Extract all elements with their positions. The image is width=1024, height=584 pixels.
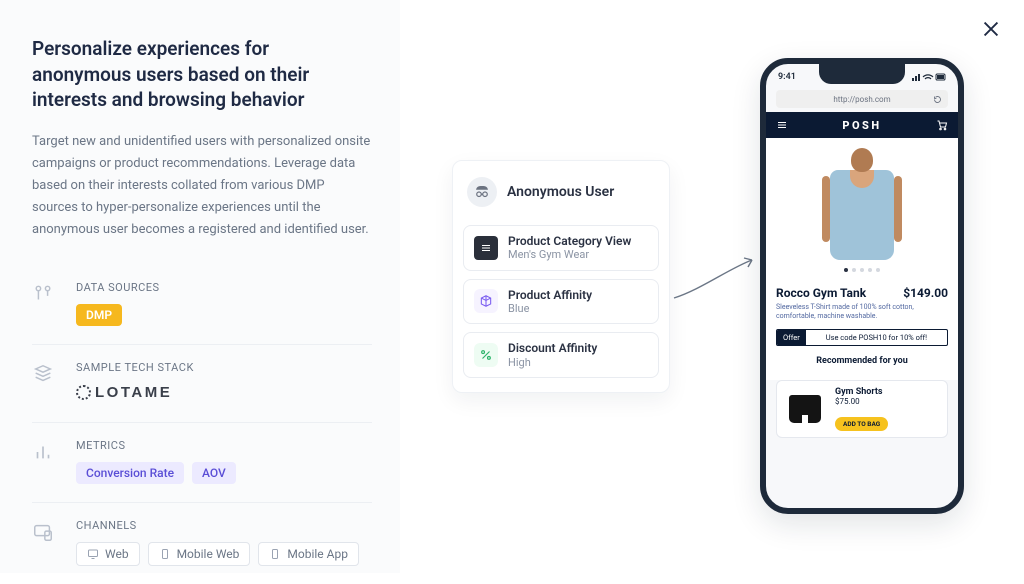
signal-product-category: Product Category View Men's Gym Wear bbox=[463, 225, 659, 271]
product-image bbox=[766, 138, 958, 278]
rec-name: Gym Shorts bbox=[835, 387, 941, 397]
logo-lotame: LOTAME bbox=[76, 384, 172, 401]
close-button[interactable] bbox=[980, 18, 1002, 40]
logo-lotame-text: LOTAME bbox=[95, 384, 172, 401]
page-description: Target new and unidentified users with p… bbox=[32, 131, 372, 241]
section-data-sources: DATA SOURCES DMP bbox=[32, 265, 372, 344]
section-tech-stack: SAMPLE TECH STACK LOTAME bbox=[32, 344, 372, 422]
signal-title: Discount Affinity bbox=[508, 341, 597, 355]
offer-banner: Offer Use code POSH10 for 10% off! bbox=[776, 329, 948, 346]
cart-icon bbox=[936, 119, 948, 131]
chip-dmp: DMP bbox=[76, 304, 122, 326]
signal-sub: Men's Gym Wear bbox=[508, 248, 631, 261]
metrics-label: METRICS bbox=[76, 439, 372, 452]
rec-price: $75.00 bbox=[835, 397, 941, 406]
cube-icon bbox=[474, 289, 498, 313]
page-title: Personalize experiences for anonymous us… bbox=[32, 36, 372, 113]
chip-conversion-rate: Conversion Rate bbox=[76, 462, 184, 484]
product-name: Rocco Gym Tank bbox=[776, 286, 866, 300]
section-metrics: METRICS Conversion Rate AOV bbox=[32, 422, 372, 502]
signal-product-affinity: Product Affinity Blue bbox=[463, 279, 659, 325]
phone-time: 9:41 bbox=[778, 72, 796, 82]
tech-stack-label: SAMPLE TECH STACK bbox=[76, 361, 372, 374]
signal-sub: Blue bbox=[508, 302, 592, 315]
signal-discount-affinity: Discount Affinity High bbox=[463, 332, 659, 378]
mobile-icon bbox=[159, 548, 171, 560]
phone-url: http://posh.com bbox=[833, 95, 890, 104]
product-price: $149.00 bbox=[903, 286, 948, 300]
data-sources-icon bbox=[32, 281, 56, 305]
chip-mobile-web-label: Mobile Web bbox=[177, 548, 240, 560]
phone-notch bbox=[819, 64, 905, 84]
signal-title: Product Category View bbox=[508, 234, 631, 248]
phone-mockup: 9:41 http://posh.com bbox=[760, 58, 964, 514]
chip-mobile-app: Mobile App bbox=[258, 542, 359, 566]
product-description: Sleeveless T-Shirt made of 100% soft cot… bbox=[776, 303, 948, 321]
channels-icon bbox=[32, 519, 56, 543]
offer-text: Use code POSH10 for 10% off! bbox=[806, 330, 947, 345]
phone-urlbar: http://posh.com bbox=[776, 90, 948, 108]
gear-icon bbox=[76, 385, 91, 400]
store-header: POSH bbox=[766, 112, 958, 138]
incognito-icon bbox=[467, 177, 497, 207]
monitor-icon bbox=[87, 548, 99, 560]
chip-web-label: Web bbox=[105, 548, 129, 560]
chip-web: Web bbox=[76, 542, 140, 566]
chip-aov: AOV bbox=[192, 462, 236, 484]
anonymous-user-card: Anonymous User Product Category View Men… bbox=[452, 160, 670, 393]
carousel-dots bbox=[844, 268, 880, 272]
chip-mobile-web: Mobile Web bbox=[148, 542, 251, 566]
reload-icon bbox=[933, 95, 942, 104]
tech-stack-icon bbox=[32, 361, 56, 385]
offer-label: Offer bbox=[777, 330, 806, 345]
menu-icon bbox=[776, 119, 788, 131]
rec-thumb bbox=[783, 387, 827, 431]
product-illustration bbox=[824, 144, 900, 264]
signal-title: Product Affinity bbox=[508, 288, 592, 302]
channels-label: CHANNELS bbox=[76, 519, 372, 532]
chip-mobile-app-label: Mobile App bbox=[287, 548, 348, 560]
store-brand: POSH bbox=[842, 119, 881, 132]
status-icons bbox=[912, 73, 946, 81]
signal-sub: High bbox=[508, 356, 597, 369]
metrics-icon bbox=[32, 439, 56, 463]
recommended-card: Gym Shorts $75.00 ADD TO BAG bbox=[776, 380, 948, 438]
add-to-bag-button: ADD TO BAG bbox=[835, 417, 888, 431]
data-sources-label: DATA SOURCES bbox=[76, 281, 372, 294]
list-icon bbox=[474, 236, 498, 260]
arrow-icon bbox=[672, 250, 762, 300]
product-info: Rocco Gym Tank $149.00 Sleeveless T-Shir… bbox=[766, 278, 958, 380]
mobile-icon bbox=[269, 548, 281, 560]
user-card-name: Anonymous User bbox=[507, 184, 614, 200]
percent-icon bbox=[474, 343, 498, 367]
section-channels: CHANNELS Web Mobile Web bbox=[32, 502, 372, 584]
recommended-title: Recommended for you bbox=[776, 356, 948, 366]
